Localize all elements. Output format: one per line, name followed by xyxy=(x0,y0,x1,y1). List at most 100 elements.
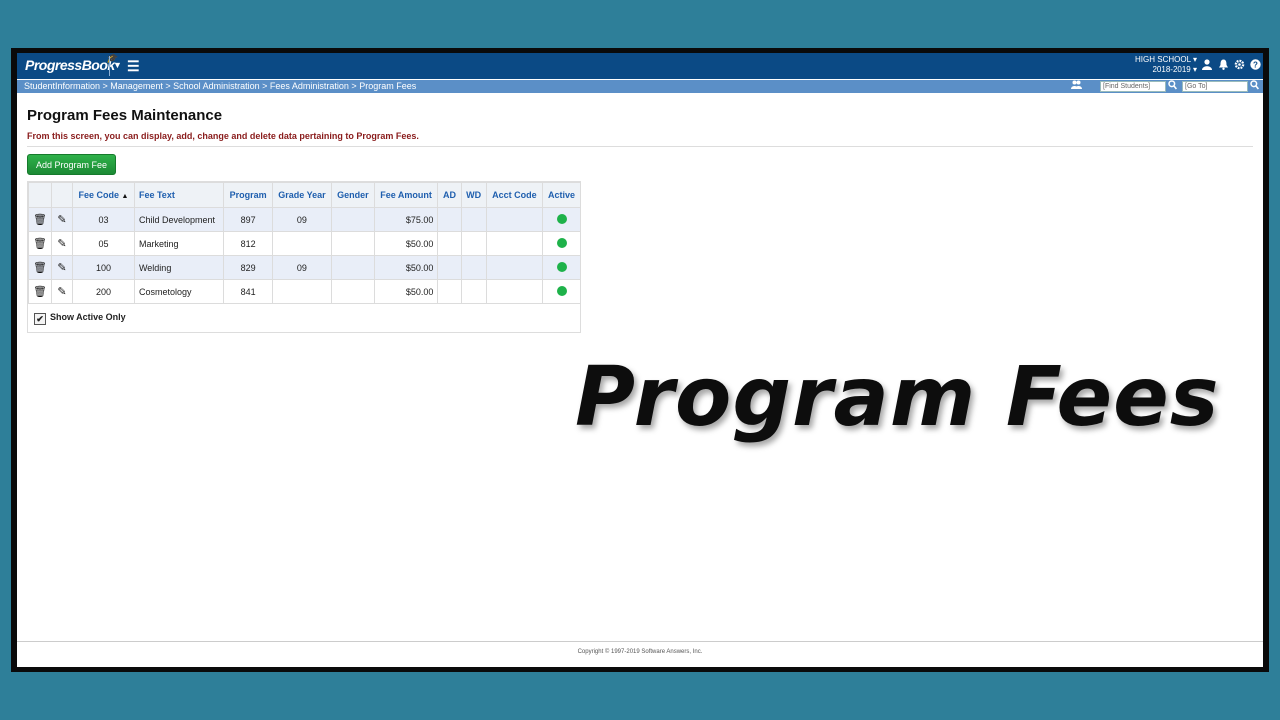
active-status-icon xyxy=(556,213,567,224)
cell-acct-code xyxy=(485,279,544,304)
cell-grade-year xyxy=(271,279,333,304)
help-icon[interactable]: ? xyxy=(1250,59,1261,73)
cell-fee-amount: $75.00 xyxy=(373,207,439,232)
chevron-down-icon[interactable]: ▼ xyxy=(113,60,122,70)
cell-fee-code: 03 xyxy=(71,207,135,232)
cell-program: 841 xyxy=(223,279,273,304)
table-header-row: Fee Code ▲ Fee Text Program Grade Year G… xyxy=(28,182,581,208)
svg-text:?: ? xyxy=(1253,61,1258,70)
column-header-wd[interactable]: WD xyxy=(460,182,487,208)
cell-active xyxy=(542,255,581,280)
pencil-icon: ✎ xyxy=(57,238,67,250)
edit-button[interactable]: ✎ xyxy=(50,231,73,256)
trash-icon: 🗑 xyxy=(33,238,47,250)
column-header-active[interactable]: Active xyxy=(542,182,581,208)
program-fees-table: Fee Code ▲ Fee Text Program Grade Year G… xyxy=(27,181,581,333)
table-row: 🗑 ✎ 200 Cosmetology 841 $50.00 xyxy=(28,279,581,304)
breadcrumb[interactable]: StudentInformation > Management > School… xyxy=(24,81,416,91)
cell-wd xyxy=(460,207,487,232)
cell-ad xyxy=(437,207,462,232)
cell-grade-year: 09 xyxy=(271,255,333,280)
page-title: Program Fees Maintenance xyxy=(27,107,223,124)
trash-icon: 🗑 xyxy=(33,262,47,274)
trash-icon: 🗑 xyxy=(33,214,47,226)
user-icon[interactable] xyxy=(1202,59,1212,73)
cell-acct-code xyxy=(485,255,544,280)
delete-button[interactable]: 🗑 xyxy=(28,207,52,232)
cell-gender xyxy=(331,207,375,232)
search-icon[interactable] xyxy=(1168,80,1178,92)
cell-fee-code: 05 xyxy=(71,231,135,256)
edit-column-header xyxy=(50,182,73,208)
chevron-down-icon: ▾ xyxy=(1192,55,1197,64)
cell-fee-code: 200 xyxy=(71,279,135,304)
cell-fee-text: Welding xyxy=(133,255,225,280)
cell-fee-amount: $50.00 xyxy=(373,279,439,304)
divider xyxy=(27,146,1253,147)
show-active-only-checkbox[interactable]: ✔ xyxy=(34,313,46,325)
show-active-only-label: Show Active Only xyxy=(50,312,126,322)
cell-program: 829 xyxy=(223,255,273,280)
sort-ascending-icon: ▲ xyxy=(121,193,129,200)
table-row: 🗑 ✎ 03 Child Development 897 09 $75.00 xyxy=(28,207,581,232)
cell-gender xyxy=(331,255,375,280)
find-students-input[interactable]: [Find Students] xyxy=(1100,81,1166,92)
active-status-icon xyxy=(556,285,567,296)
cell-gender xyxy=(331,279,375,304)
gear-icon[interactable] xyxy=(1234,59,1245,73)
delete-column-header xyxy=(28,182,52,208)
column-header-fee-code[interactable]: Fee Code ▲ xyxy=(71,182,135,208)
add-program-fee-button[interactable]: Add Program Fee xyxy=(27,154,116,175)
menu-icon[interactable]: ☰ xyxy=(127,58,140,75)
cell-wd xyxy=(460,231,487,256)
divider xyxy=(17,641,1263,642)
cell-acct-code xyxy=(485,231,544,256)
show-active-only-toggle[interactable]: ✔ Show Active Only xyxy=(34,312,126,325)
goto-input[interactable]: [Go To] xyxy=(1182,81,1248,92)
bell-icon[interactable] xyxy=(1218,59,1229,73)
cell-fee-amount: $50.00 xyxy=(373,231,439,256)
column-header-ad[interactable]: AD xyxy=(437,182,462,208)
school-year: 2018-2019 xyxy=(1152,65,1191,74)
cell-fee-code: 100 xyxy=(71,255,135,280)
logo[interactable]: ProgressBook 🎓 xyxy=(25,53,117,73)
cell-fee-text: Child Development xyxy=(133,207,225,232)
delete-button[interactable]: 🗑 xyxy=(28,231,52,256)
cell-ad xyxy=(437,255,462,280)
top-header: ProgressBook 🎓 ▼ ☰ HIGH SCHOOL ▾ 2018-20… xyxy=(17,53,1263,79)
pencil-icon: ✎ xyxy=(57,214,67,226)
search-icon[interactable] xyxy=(1250,80,1260,92)
column-header-fee-amount[interactable]: Fee Amount xyxy=(373,182,439,208)
cell-active xyxy=(542,279,581,304)
cell-program: 812 xyxy=(223,231,273,256)
page-description: From this screen, you can display, add, … xyxy=(27,131,419,141)
users-icon[interactable] xyxy=(1071,80,1082,92)
column-header-program[interactable]: Program xyxy=(223,182,273,208)
cell-fee-text: Marketing xyxy=(133,231,225,256)
edit-button[interactable]: ✎ xyxy=(50,279,73,304)
active-status-icon xyxy=(556,261,567,272)
column-header-grade-year[interactable]: Grade Year xyxy=(271,182,333,208)
active-status-icon xyxy=(556,237,567,248)
trash-icon: 🗑 xyxy=(33,286,47,298)
delete-button[interactable]: 🗑 xyxy=(28,279,52,304)
cell-wd xyxy=(460,279,487,304)
cell-acct-code xyxy=(485,207,544,232)
cell-grade-year: 09 xyxy=(271,207,333,232)
logo-text: ProgressBook xyxy=(25,57,115,73)
divider xyxy=(109,56,110,76)
breadcrumb-bar: StudentInformation > Management > School… xyxy=(17,80,1263,93)
school-name: HIGH SCHOOL xyxy=(1135,55,1191,64)
table-row: 🗑 ✎ 100 Welding 829 09 $50.00 xyxy=(28,255,581,280)
column-header-fee-text[interactable]: Fee Text xyxy=(133,182,225,208)
chevron-down-icon: ▾ xyxy=(1192,65,1197,74)
cell-ad xyxy=(437,231,462,256)
column-header-acct-code[interactable]: Acct Code xyxy=(485,182,544,208)
column-header-gender[interactable]: Gender xyxy=(331,182,375,208)
edit-button[interactable]: ✎ xyxy=(50,207,73,232)
overlay-title: Program Fees xyxy=(575,350,1220,445)
school-year-selector[interactable]: HIGH SCHOOL ▾ 2018-2019 ▾ xyxy=(1135,55,1197,75)
cell-active xyxy=(542,231,581,256)
edit-button[interactable]: ✎ xyxy=(50,255,73,280)
delete-button[interactable]: 🗑 xyxy=(28,255,52,280)
